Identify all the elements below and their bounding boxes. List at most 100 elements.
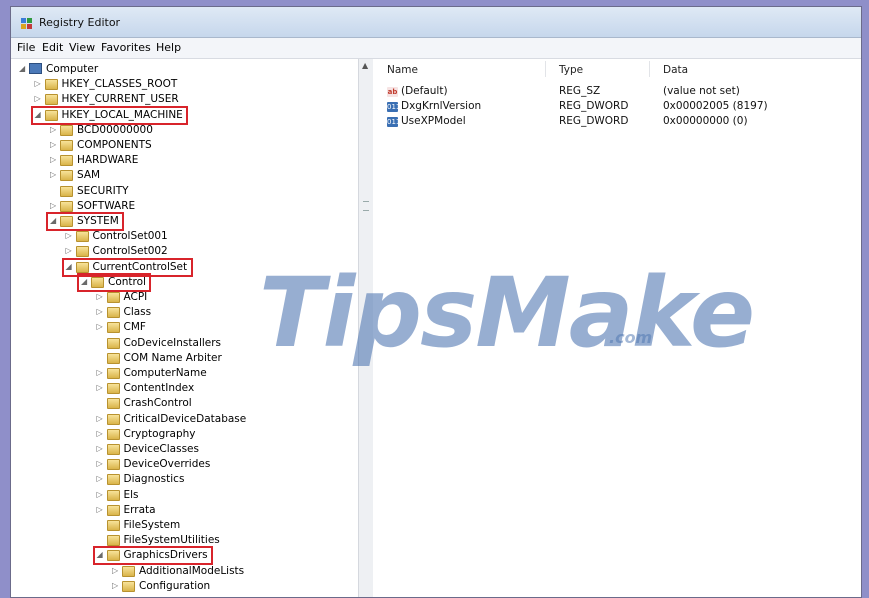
tree-node[interactable]: ▷ COMPONENTS	[11, 138, 358, 154]
collapsed-arrow-icon[interactable]: ▷	[97, 292, 105, 301]
folder-icon	[106, 413, 120, 425]
tree-node[interactable]: ▷ ContentIndex	[11, 381, 358, 397]
tree-node-label: ContentIndex	[123, 382, 195, 395]
watermark-text: TipsMake	[259, 257, 755, 369]
tree-node[interactable]: ▷ HARDWARE	[11, 153, 358, 169]
value-name[interactable]: DxgKrnlVersion	[401, 100, 481, 112]
collapsed-arrow-icon[interactable]: ▷	[97, 505, 105, 514]
folder-icon	[60, 200, 73, 212]
collapsed-arrow-icon[interactable]: ▷	[97, 459, 105, 468]
scrollbar-thumb-grip[interactable]	[363, 201, 369, 211]
collapsed-arrow-icon[interactable]: ▷	[97, 474, 105, 483]
watermark-suffix: .com	[609, 328, 653, 347]
collapsed-arrow-icon[interactable]: ▷	[50, 125, 58, 134]
tree-node-label: Configuration	[139, 579, 211, 592]
highlight-box	[92, 546, 213, 566]
column-divider[interactable]	[545, 61, 546, 77]
tree-node-label: ControlSet002	[92, 245, 168, 258]
title-bar[interactable]: Registry Editor	[11, 7, 861, 38]
tree-node-label: CriticalDeviceDatabase	[123, 412, 247, 425]
column-divider[interactable]	[649, 61, 650, 77]
folder-icon	[106, 368, 120, 379]
value-data: 0x00000000 (0)	[663, 115, 748, 127]
folder-icon	[106, 398, 120, 410]
folder-icon	[75, 246, 89, 258]
tree-node-label: Errata	[123, 503, 156, 516]
tree-node[interactable]: ▷ Configuration	[11, 579, 358, 595]
tree-node-label: Diagnostics	[123, 473, 185, 486]
folder-icon	[106, 383, 120, 395]
collapsed-arrow-icon[interactable]: ▷	[97, 429, 105, 438]
collapsed-arrow-icon[interactable]: ▷	[97, 490, 105, 499]
tree-node[interactable]: ▷ Els	[11, 488, 358, 504]
folder-icon	[106, 459, 120, 471]
tree-node-label: Els	[123, 488, 139, 501]
registry-editor-window: Registry Editor File Edit View Favorites…	[10, 6, 862, 598]
highlight-box	[30, 105, 188, 125]
folder-icon	[106, 489, 120, 501]
tree-node[interactable]: ▷ HKEY_CLASSES_ROOT	[11, 77, 358, 93]
menu-file[interactable]: File	[17, 41, 35, 54]
folder-icon	[44, 79, 58, 91]
tree-node[interactable]: ▷ Diagnostics	[11, 472, 358, 488]
collapsed-arrow-icon[interactable]: ▷	[97, 322, 105, 331]
tree-node-label: ComputerName	[123, 367, 207, 379]
collapsed-arrow-icon[interactable]: ▷	[50, 140, 58, 149]
tree-node[interactable]: ▷ SAM	[11, 168, 358, 184]
menu-help[interactable]: Help	[156, 41, 181, 54]
collapsed-arrow-icon[interactable]: ▷	[112, 581, 120, 590]
tree-node[interactable]: ◢ Computer	[11, 62, 358, 78]
scroll-up-icon[interactable]: ▲	[362, 61, 368, 70]
tree-node-label: COM Name Arbiter	[123, 351, 222, 364]
column-header-type[interactable]: Type	[559, 64, 583, 76]
collapsed-arrow-icon[interactable]: ▷	[97, 368, 105, 377]
tree-node-label: Class	[123, 306, 152, 319]
tree-node[interactable]: ▷ BCD00000000	[11, 123, 358, 139]
tree-node[interactable]: ▷ AdditionalModeLists	[11, 564, 358, 580]
menu-bar: File Edit View Favorites Help	[11, 38, 861, 59]
menu-favorites[interactable]: Favorites	[101, 41, 151, 54]
collapsed-arrow-icon[interactable]: ▷	[97, 444, 105, 453]
registry-editor-icon	[21, 18, 32, 29]
tree-node-label: CrashControl	[123, 397, 192, 410]
collapsed-arrow-icon[interactable]: ▷	[97, 307, 105, 316]
tree-node-label: HKEY_CURRENT_USER	[61, 93, 179, 106]
folder-icon	[106, 307, 120, 319]
value-name[interactable]: UseXPModel	[401, 115, 466, 127]
tree-node[interactable]: ▷ Cryptography	[11, 427, 358, 443]
tree-node-label: CoDeviceInstallers	[123, 336, 222, 349]
collapsed-arrow-icon[interactable]: ▷	[35, 94, 43, 103]
folder-icon	[106, 322, 120, 334]
collapsed-arrow-icon[interactable]: ▷	[50, 155, 58, 164]
collapsed-arrow-icon[interactable]: ▷	[112, 566, 120, 575]
collapsed-arrow-icon[interactable]: ▷	[50, 201, 58, 210]
collapsed-arrow-icon[interactable]: ▷	[66, 231, 74, 240]
tree-node[interactable]: SECURITY	[11, 184, 358, 200]
highlight-box	[77, 272, 151, 292]
expanded-arrow-icon[interactable]: ◢	[19, 64, 27, 73]
folder-icon	[75, 231, 89, 243]
folder-icon	[122, 580, 135, 592]
column-header-data[interactable]: Data	[663, 64, 688, 76]
collapsed-arrow-icon[interactable]: ▷	[97, 383, 105, 392]
collapsed-arrow-icon[interactable]: ▷	[50, 170, 58, 179]
tree-node[interactable]: ▷ DeviceClasses	[11, 442, 358, 458]
value-name[interactable]: (Default)	[401, 85, 448, 97]
collapsed-arrow-icon[interactable]: ▷	[97, 414, 105, 423]
menu-view[interactable]: View	[69, 41, 95, 54]
tree-node[interactable]: ▷ CriticalDeviceDatabase	[11, 412, 358, 428]
folder-icon	[106, 352, 120, 364]
collapsed-arrow-icon[interactable]: ▷	[66, 246, 74, 255]
menu-edit[interactable]: Edit	[42, 41, 63, 54]
column-header-name[interactable]: Name	[387, 64, 418, 76]
folder-icon	[106, 428, 120, 440]
tree-node-label: CMF	[123, 321, 146, 334]
collapsed-arrow-icon[interactable]: ▷	[35, 79, 43, 88]
tree-node[interactable]: CrashControl	[11, 396, 358, 412]
tree-node-label: BCD00000000	[77, 123, 153, 136]
tree-node[interactable]: ▷ DeviceOverrides	[11, 457, 358, 473]
tree-node[interactable]: ▷ ControlSet001	[11, 229, 358, 245]
tree-node[interactable]: FileSystem	[11, 518, 358, 534]
computer-icon	[29, 63, 42, 74]
tree-node[interactable]: ▷ Errata	[11, 503, 358, 519]
